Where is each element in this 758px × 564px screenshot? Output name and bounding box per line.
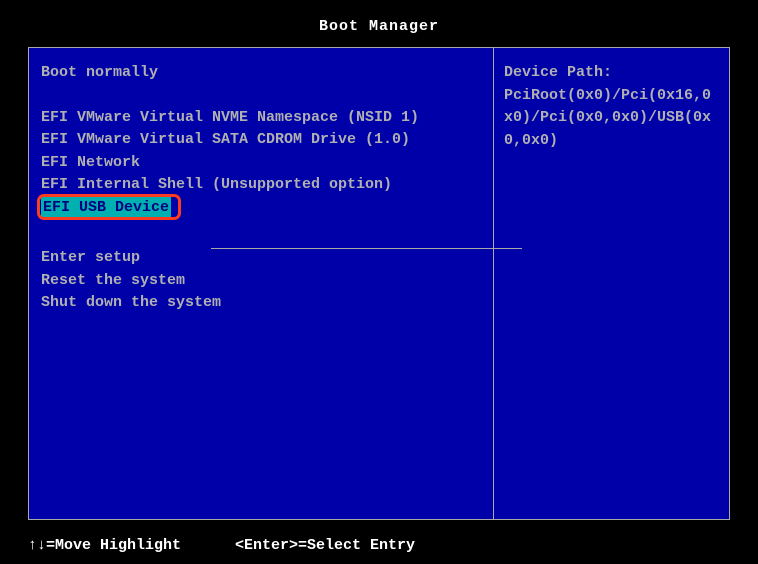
boot-manager-frame: Boot normally EFI VMware Virtual NVME Na…: [28, 47, 730, 520]
menu-group-devices: EFI VMware Virtual NVME Namespace (NSID …: [41, 107, 481, 220]
menu-group-normal: Boot normally: [41, 62, 481, 85]
menu-item-efi-internal-shell[interactable]: EFI Internal Shell (Unsupported option): [41, 174, 481, 197]
menu-item-efi-nvme[interactable]: EFI VMware Virtual NVME Namespace (NSID …: [41, 107, 481, 130]
menu-item-shutdown-system[interactable]: Shut down the system: [41, 292, 481, 315]
device-path-value: PciRoot(0x0)/Pci(0x16,0x0)/Pci(0x0,0x0)/…: [504, 85, 719, 153]
boot-menu-pane: Boot normally EFI VMware Virtual NVME Na…: [29, 48, 493, 519]
horizontal-divider: [211, 248, 522, 249]
detail-label: Device Path:: [504, 62, 719, 85]
hint-move-highlight: ↑↓=Move Highlight: [28, 537, 181, 554]
hint-select-entry: <Enter>=Select Entry: [235, 537, 415, 554]
menu-item-boot-normally[interactable]: Boot normally: [41, 62, 481, 85]
menu-item-reset-system[interactable]: Reset the system: [41, 270, 481, 293]
menu-item-enter-setup[interactable]: Enter setup: [41, 247, 481, 270]
menu-item-efi-sata-cdrom[interactable]: EFI VMware Virtual SATA CDROM Drive (1.0…: [41, 129, 481, 152]
footer-hints: ↑↓=Move Highlight <Enter>=Select Entry: [28, 537, 730, 554]
menu-group-system: Enter setup Reset the system Shut down t…: [41, 247, 481, 315]
detail-pane: Device Path: PciRoot(0x0)/Pci(0x16,0x0)/…: [493, 48, 729, 519]
page-title: Boot Manager: [0, 0, 758, 35]
menu-item-efi-usb-device[interactable]: EFI USB Device: [41, 197, 171, 220]
selected-item-wrapper: EFI USB Device: [41, 197, 171, 220]
menu-item-efi-network[interactable]: EFI Network: [41, 152, 481, 175]
